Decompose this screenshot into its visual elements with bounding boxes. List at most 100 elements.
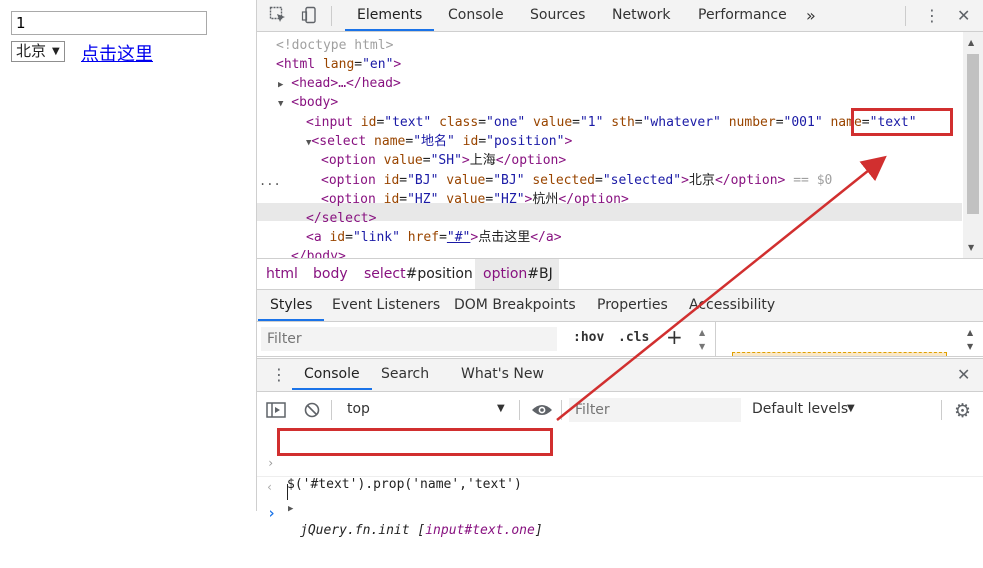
inspect-element-icon[interactable] (269, 6, 287, 28)
chevron-down-icon[interactable]: ▼ (847, 403, 855, 414)
attr-value: "HZ" (407, 192, 439, 207)
styles-filter-input[interactable] (261, 327, 557, 351)
more-tabs-button[interactable]: » (806, 0, 816, 31)
tab-elements[interactable]: Elements (344, 0, 435, 31)
prompt-chevron: › (267, 504, 277, 522)
elements-scrollbar[interactable]: ▲ ▼ (963, 32, 983, 258)
close-icon[interactable]: ✕ (957, 0, 970, 31)
body-node[interactable]: ▼ <body> (278, 93, 338, 114)
doctype-node[interactable]: <!doctype html> (276, 36, 393, 55)
drawer-tab-search[interactable]: Search (381, 359, 429, 390)
select-node[interactable]: ▼<select name="地名" id="position"> (306, 132, 572, 153)
tab-styles[interactable]: Styles (257, 290, 326, 321)
attr-value: "position" (486, 134, 565, 149)
row-menu-ellipsis[interactable]: ... (259, 172, 281, 191)
text-cursor[interactable] (287, 484, 288, 500)
attr-name: sth (603, 115, 635, 130)
console-filter-input[interactable] (569, 398, 741, 422)
drawer-tab-console[interactable]: Console (292, 359, 372, 390)
breadcrumb-body[interactable]: body (313, 266, 348, 282)
input-node[interactable]: <input id="text" class="one" value="1" s… (306, 113, 924, 132)
console-result[interactable]: jQuery.fn.init [input#text.one] (300, 520, 543, 542)
attr-equals: = (775, 115, 784, 130)
attr-value: "HZ" (493, 192, 525, 207)
option-text: 杭州 (532, 192, 559, 207)
scroll-down-icon[interactable]: ▼ (699, 342, 705, 351)
tab-dom-breakpoints[interactable]: DOM Breakpoints (454, 290, 576, 321)
click-here-link[interactable]: 点击这里 (81, 40, 153, 66)
option-text: 上海 (469, 153, 496, 168)
eye-icon[interactable] (531, 402, 553, 422)
tab-network[interactable]: Network (612, 0, 670, 31)
drawer-menu-icon[interactable]: ⋮ (271, 359, 287, 390)
pane-divider (715, 322, 716, 356)
breadcrumb-html[interactable]: html (266, 266, 298, 282)
context-selector[interactable]: top (347, 401, 370, 417)
html-node[interactable]: <html lang="en"> (276, 55, 401, 74)
scroll-up-icon[interactable]: ▲ (968, 38, 974, 47)
drawer-tab-whats-new[interactable]: What's New (461, 359, 544, 390)
clear-console-icon[interactable] (303, 401, 321, 423)
attr-value: "whatever" (642, 115, 721, 130)
scrollbar-thumb[interactable] (967, 54, 979, 214)
attr-value: "地名" (413, 134, 455, 149)
tab-event-listeners[interactable]: Event Listeners (332, 290, 440, 321)
attr-name: class (431, 115, 479, 130)
attr-name: id (454, 134, 479, 149)
show-sidebar-icon[interactable] (266, 401, 286, 423)
scroll-up-icon[interactable]: ▲ (699, 328, 705, 337)
tab-sources[interactable]: Sources (530, 0, 585, 31)
select-close-tag: </select> (306, 211, 377, 226)
attr-name: value (525, 115, 573, 130)
city-select-value: 北京 (16, 42, 47, 60)
new-style-rule-button[interactable]: + (666, 325, 683, 349)
gear-icon[interactable]: ⚙ (954, 400, 971, 422)
tab-accessibility[interactable]: Accessibility (689, 290, 775, 321)
head-node[interactable]: ▶ <head>…</head> (278, 74, 401, 95)
link-node[interactable]: <a id="link" href="#">点击这里</a> (306, 228, 562, 247)
tab-properties[interactable]: Properties (597, 290, 668, 321)
attr-equals: = (572, 115, 580, 130)
selected-node-marker: == $0 (785, 173, 833, 188)
option-hz-node[interactable]: <option id="HZ" value="HZ">杭州</option> (321, 190, 629, 209)
option-close-tag: </option> (495, 153, 567, 168)
option-bj-node[interactable]: <option id="BJ" value="BJ" selected="sel… (321, 171, 832, 190)
attr-value: "text" (384, 115, 432, 130)
head-tag: <head>…</head> (291, 76, 401, 91)
text-input[interactable] (11, 11, 207, 35)
device-toolbar-icon[interactable] (301, 6, 319, 28)
option-sh-node[interactable]: <option value="SH">上海</option> (321, 151, 566, 170)
attr-value: "BJ" (407, 173, 439, 188)
body-close-node[interactable]: </body> (291, 247, 346, 258)
kebab-menu-icon[interactable]: ⋮ (924, 0, 940, 31)
log-levels-dropdown[interactable]: Default levels (752, 401, 848, 417)
tab-performance[interactable]: Performance (698, 0, 787, 31)
select-close-node[interactable]: </select> (306, 209, 376, 228)
option-tag: <option (321, 192, 376, 207)
attr-value: "BJ" (493, 173, 525, 188)
hov-toggle[interactable]: :hov (573, 330, 604, 345)
breadcrumb-option[interactable]: option#BJ (483, 266, 553, 282)
expand-triangle-icon[interactable]: ▶ (278, 80, 283, 90)
attr-name: id (375, 173, 400, 188)
result-prefix: jQuery.fn.init [ (300, 523, 426, 538)
select-tag: <select (311, 134, 367, 149)
scroll-up-icon[interactable]: ▲ (967, 328, 973, 337)
elements-tree[interactable]: <!doctype html> <html lang="en"> ▶ <head… (257, 32, 962, 258)
attr-value[interactable]: "#" (447, 230, 470, 245)
tab-console[interactable]: Console (448, 0, 504, 31)
cls-toggle[interactable]: .cls (618, 330, 649, 345)
chevron-down-icon[interactable]: ▼ (497, 403, 505, 414)
city-select[interactable]: 北京 ▼ (11, 41, 65, 62)
toolbar-divider (941, 400, 942, 420)
attr-value: "SH" (430, 153, 462, 168)
breadcrumb-select[interactable]: select#position (364, 266, 473, 282)
crumb-tag: body (313, 266, 348, 282)
console-toolbar: top ▼ Default levels ▼ ⚙ (257, 392, 983, 429)
drawer-close-icon[interactable]: ✕ (957, 359, 970, 390)
collapse-triangle-icon[interactable]: ▼ (278, 99, 283, 109)
scroll-down-icon[interactable]: ▼ (967, 342, 973, 351)
scroll-down-icon[interactable]: ▼ (968, 243, 974, 252)
console-prompt-row: › (257, 480, 983, 522)
crumb-tag: option (483, 266, 528, 282)
